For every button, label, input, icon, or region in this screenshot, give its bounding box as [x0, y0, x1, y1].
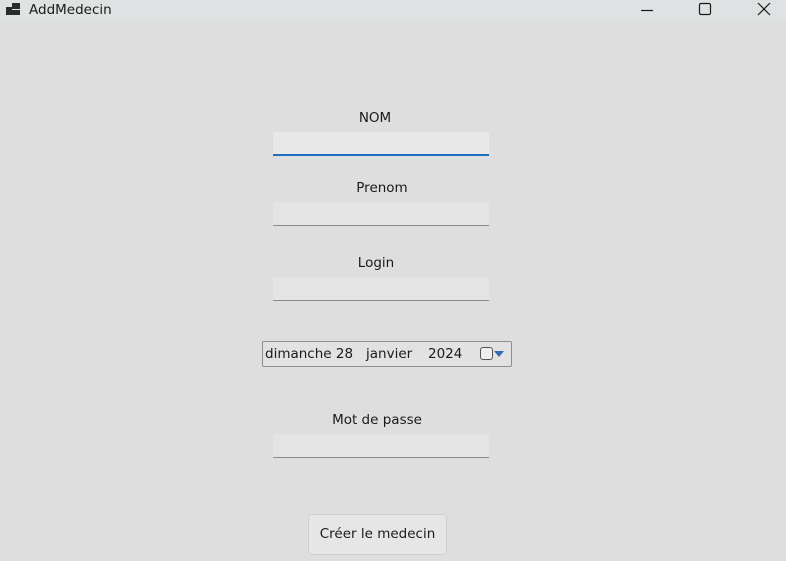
date-month[interactable]: janvier — [366, 346, 412, 363]
prenom-input[interactable] — [273, 202, 489, 226]
minimize-icon — [641, 9, 653, 12]
add-medecin-window: AddMedecin NOM Prenom Login dimanche 28 … — [0, 0, 786, 561]
login-label: Login — [357, 255, 395, 271]
birthdate-picker[interactable]: dimanche 28 janvier 2024 — [262, 341, 512, 367]
title-bar[interactable]: AddMedecin — [0, 0, 786, 20]
password-label: Mot de passe — [332, 412, 422, 428]
login-input[interactable] — [273, 277, 489, 301]
prenom-label: Prenom — [356, 180, 408, 196]
date-day[interactable]: dimanche 28 — [265, 346, 353, 363]
close-icon — [757, 2, 771, 16]
app-window-icon — [6, 3, 20, 15]
chevron-down-icon[interactable] — [494, 351, 504, 357]
maximize-icon — [698, 2, 712, 16]
create-medecin-button[interactable]: Créer le medecin — [308, 514, 447, 555]
minimize-button[interactable] — [624, 0, 670, 20]
close-button[interactable] — [740, 0, 786, 20]
date-checkbox[interactable] — [480, 347, 493, 360]
window-title: AddMedecin — [29, 2, 112, 18]
password-input[interactable] — [273, 434, 489, 458]
maximize-button[interactable] — [682, 0, 728, 20]
nom-input[interactable] — [273, 132, 489, 156]
date-year[interactable]: 2024 — [428, 346, 462, 363]
nom-label: NOM — [358, 110, 392, 126]
